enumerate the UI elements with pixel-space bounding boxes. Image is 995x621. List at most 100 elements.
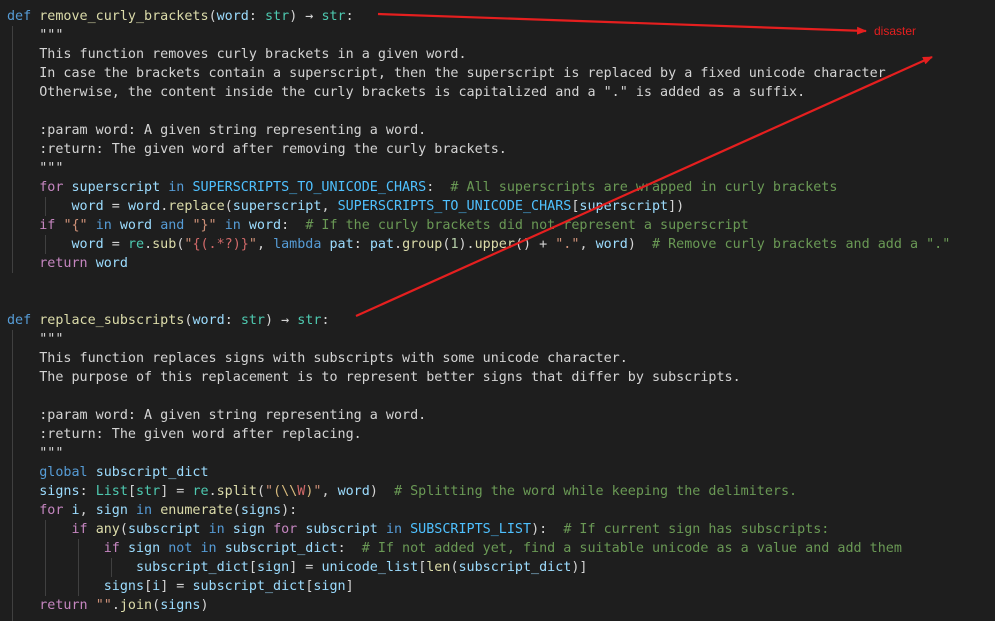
punctuation: ( (208, 9, 217, 24)
function-name: remove_curly_brackets (39, 9, 209, 24)
variable: signs (39, 484, 80, 499)
punctuation: : (79, 484, 96, 499)
docstring: """ (39, 161, 64, 176)
punctuation: : (426, 180, 451, 195)
code-line: for i, sign in enumerate(signs): (7, 501, 992, 520)
punctuation: ( (119, 522, 128, 537)
escape-sequence: \\ (281, 484, 298, 499)
string: "." (555, 237, 580, 252)
punctuation: ( (224, 199, 233, 214)
variable: superscript (579, 199, 669, 214)
code-line: :param word: A given string representing… (7, 406, 992, 425)
code-line: Otherwise, the content inside the curly … (7, 83, 992, 102)
punctuation: : (224, 313, 241, 328)
punctuation: ] = (289, 560, 322, 575)
variable: signs (103, 579, 145, 594)
type-name: str (321, 9, 346, 24)
variable: sign (127, 541, 161, 556)
variable: signs (240, 503, 282, 518)
code-line: if sign not in subscript_dict: # If not … (7, 539, 992, 558)
variable: sign (95, 503, 128, 518)
variable: superscript (232, 199, 322, 214)
punctuation: ] = (160, 484, 193, 499)
code-line: def replace_subscripts(word: str) → str: (7, 311, 992, 330)
docstring: :param word: A given string representing… (39, 408, 427, 423)
builtin-function: len (426, 560, 451, 575)
docstring: Otherwise, the content inside the curly … (39, 85, 806, 100)
builtin-function: any (95, 522, 120, 537)
punctuation: ) → (289, 9, 322, 24)
keyword: return (39, 256, 88, 271)
builtin-function: enumerate (160, 503, 233, 518)
constant: SUPERSCRIPTS_TO_UNICODE_CHARS (337, 199, 572, 214)
keyword: for (39, 180, 64, 195)
method-name: replace (168, 199, 225, 214)
keyword: lambda (273, 237, 322, 252)
keyword: and (160, 218, 185, 233)
operator: = (103, 237, 128, 252)
punctuation: . (111, 598, 120, 613)
punctuation: ( (232, 503, 241, 518)
punctuation: . (144, 237, 153, 252)
punctuation: . (394, 237, 403, 252)
type-name: str (265, 9, 290, 24)
variable: word (71, 237, 104, 252)
operator: = (103, 199, 128, 214)
variable: superscript (71, 180, 161, 195)
punctuation: : (337, 541, 362, 556)
punctuation: [ (248, 560, 257, 575)
docstring: :param word: A given string representing… (39, 123, 427, 138)
method-name: upper (474, 237, 515, 252)
punctuation: ] = (160, 579, 193, 594)
punctuation: : (321, 313, 330, 328)
punctuation: ] (345, 579, 354, 594)
keyword: return (39, 598, 88, 613)
punctuation: , (321, 484, 338, 499)
code-line: The purpose of this replacement is to re… (7, 368, 992, 387)
docstring: In case the brackets contain a superscri… (39, 66, 894, 81)
punctuation: : (281, 218, 306, 233)
punctuation: ) (627, 237, 652, 252)
variable: i (71, 503, 80, 518)
string: "{" (63, 218, 88, 233)
docstring: """ (39, 332, 64, 347)
keyword: in (208, 522, 225, 537)
code-line: def remove_curly_brackets(word: str) → s… (7, 7, 992, 26)
variable: word (248, 218, 282, 233)
keyword: in (385, 522, 403, 537)
variable: word (127, 199, 161, 214)
punctuation: ) → (265, 313, 298, 328)
docstring: This function replaces signs with subscr… (39, 351, 628, 366)
code-line: """ (7, 444, 992, 463)
regex: {(.*?)} (192, 237, 249, 252)
punctuation: ): (281, 503, 298, 518)
code-line: if any(subscript in sign for subscript i… (7, 520, 992, 539)
comment: # Splitting the word while keeping the d… (394, 484, 798, 499)
variable: sign (256, 560, 290, 575)
variable: word (337, 484, 370, 499)
keyword: in (168, 180, 185, 195)
code-line: return "".join(signs) (7, 596, 992, 615)
punctuation: () + (514, 237, 556, 252)
parameter: word (192, 313, 225, 328)
code-line: """ (7, 159, 992, 178)
code-area[interactable]: def remove_curly_brackets(word: str) → s… (7, 7, 992, 615)
variable: sign (232, 522, 265, 537)
variable: subscript (305, 522, 378, 537)
variable: subscript (127, 522, 201, 537)
code-line: signs[i] = subscript_dict[sign] (7, 577, 992, 596)
parameter: word (216, 9, 249, 24)
keyword: for (273, 522, 298, 537)
comment: # If the curly brackets did not represen… (305, 218, 749, 233)
keyword: not (168, 541, 193, 556)
string: " (265, 484, 274, 499)
variable: word (95, 256, 128, 271)
code-editor[interactable]: def remove_curly_brackets(word: str) → s… (0, 0, 995, 621)
code-line: if "{" in word and "}" in word: # If the… (7, 216, 992, 235)
keyword: def (7, 9, 32, 24)
type-name: str (297, 313, 322, 328)
module-name: re (127, 237, 145, 252)
code-line: """ (7, 26, 992, 45)
